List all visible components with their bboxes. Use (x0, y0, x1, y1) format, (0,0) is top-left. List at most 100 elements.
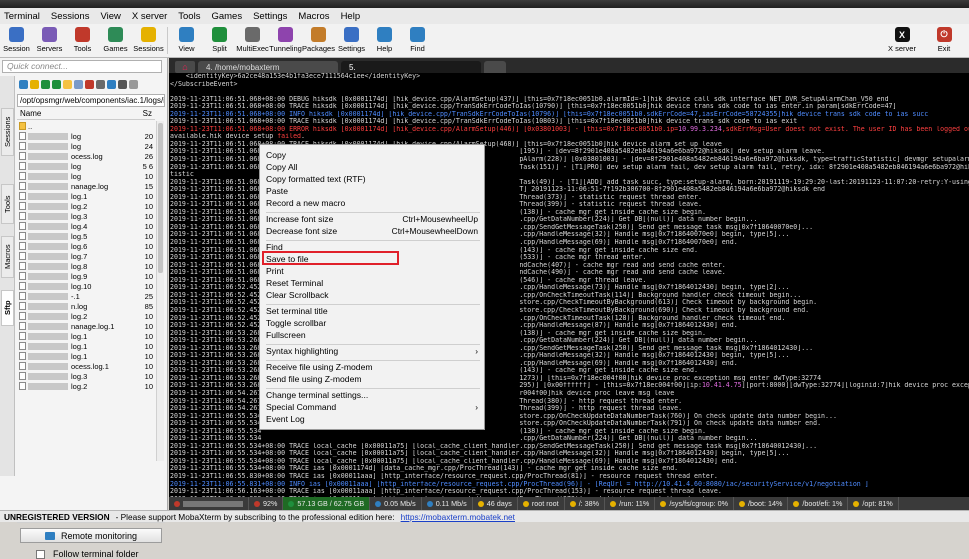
sidebar-tab-sessions[interactable]: Sessions (1, 108, 14, 156)
x-server-button[interactable]: X X server (881, 24, 923, 58)
file-row[interactable]: log.1 10 (17, 341, 155, 351)
menu-macros[interactable]: Macros (298, 11, 329, 22)
session-button[interactable]: Session (0, 24, 33, 57)
up-folder-icon[interactable] (19, 79, 28, 89)
menu-item-special-command[interactable]: Special Command › (266, 401, 480, 413)
sftp-path-field[interactable]: /opt/opsmgr/web/components/iac.1/logs/ia… (17, 94, 165, 107)
refresh-icon[interactable] (30, 79, 39, 89)
servers-button[interactable]: Servers (33, 24, 66, 57)
tools-button[interactable]: Tools (66, 24, 99, 57)
sidebar-toggle-icon[interactable] (118, 79, 127, 89)
sidebar-tab-macros[interactable]: Macros (1, 236, 14, 278)
games-button[interactable]: Games (99, 24, 132, 57)
menu-item-copy-all[interactable]: Copy All (266, 161, 480, 173)
scroll-thumb[interactable] (158, 123, 163, 273)
terminal-tab[interactable]: 5. (341, 61, 481, 73)
menu-item-copy-formatted-text-rtf[interactable]: Copy formatted text (RTF) (266, 173, 480, 185)
file-row[interactable]: log.4 10 (17, 221, 155, 231)
follow-terminal-checkbox[interactable] (36, 549, 45, 559)
find-button[interactable]: Find (401, 24, 434, 57)
new-folder-icon[interactable] (63, 79, 72, 89)
menu-item-copy[interactable]: Copy (266, 149, 480, 161)
file-row[interactable]: log 10 (17, 171, 155, 181)
menu-item-toggle-scrollbar[interactable]: Toggle scrollbar (266, 317, 480, 329)
file-row[interactable]: ocess.log 26 (17, 151, 155, 161)
file-row[interactable]: log 20 (17, 131, 155, 141)
file-row[interactable]: -.1 25 (17, 291, 155, 301)
multiexec-button[interactable]: MultiExec (236, 24, 269, 57)
menu-item-clear-scrollback[interactable]: Clear Scrollback (266, 289, 480, 301)
view-button[interactable]: View (170, 24, 203, 57)
menu-item-syntax-highlighting[interactable]: Syntax highlighting › (266, 345, 480, 357)
terminal-tab[interactable]: 4. /home/mobaxterm (198, 61, 338, 73)
file-row[interactable]: log.3 10 (17, 211, 155, 221)
file-row[interactable]: log.2 10 (17, 311, 155, 321)
quick-connect-input[interactable]: Quick connect... (2, 60, 162, 73)
menu-item-set-terminal-title[interactable]: Set terminal title (266, 305, 480, 317)
sessions-button[interactable]: Sessions (132, 24, 165, 57)
menu-item-reset-terminal[interactable]: Reset Terminal (266, 277, 480, 289)
help-button[interactable]: Help (368, 24, 401, 57)
menu-item-decrease-font-size[interactable]: Decrease font size Ctrl+MousewheelDown (266, 225, 480, 237)
split-button[interactable]: Split (203, 24, 236, 57)
menu-item-fullscreen[interactable]: Fullscreen (266, 329, 480, 341)
menu-item-receive-file-using-z-modem[interactable]: Receive file using Z-modem (266, 361, 480, 373)
exit-button[interactable]: ⏻ Exit (923, 24, 965, 58)
menu-terminal[interactable]: Terminal (4, 11, 40, 22)
menu-item-increase-font-size[interactable]: Increase font size Ctrl+MousewheelUp (266, 213, 480, 225)
file-row[interactable]: log 5 6 (17, 161, 155, 171)
file-row[interactable]: log.1 10 (17, 331, 155, 341)
sidebar-tab-sftp[interactable]: Sftp (1, 290, 14, 326)
mobatek-link[interactable]: https://mobaxterm.mobatek.net (401, 512, 515, 522)
menu-item-send-file-using-z-modem[interactable]: Send file using Z-modem (266, 373, 480, 385)
file-list-scrollbar[interactable] (156, 121, 164, 461)
menu-view[interactable]: View (100, 11, 120, 22)
file-row[interactable]: log 24 (17, 141, 155, 151)
file-row[interactable]: nanage.log 15 (17, 181, 155, 191)
file-row[interactable]: log.1 10 (17, 351, 155, 361)
pin-icon[interactable] (129, 79, 138, 89)
file-row[interactable]: log.2 10 (17, 381, 155, 391)
new-tab-button[interactable] (484, 61, 506, 73)
file-size: 10 (144, 361, 153, 371)
home-icon[interactable]: ⌂ (175, 61, 195, 73)
filter-icon[interactable] (107, 79, 116, 89)
follow-terminal-folder[interactable]: Follow terminal folder (36, 549, 139, 559)
menu-tools[interactable]: Tools (178, 11, 200, 22)
file-row[interactable]: log.9 10 (17, 271, 155, 281)
remote-monitoring-button[interactable]: Remote monitoring (20, 528, 162, 543)
file-row[interactable]: log.7 10 (17, 251, 155, 261)
menu-help[interactable]: Help (341, 11, 361, 22)
file-row[interactable]: ocess.log.1 10 (17, 361, 155, 371)
upload-icon[interactable] (52, 79, 61, 89)
file-row[interactable]: n.log 85 (17, 301, 155, 311)
file-row[interactable]: log.10 10 (17, 281, 155, 291)
menu-item-event-log[interactable]: Event Log (266, 413, 480, 425)
file-row[interactable]: log.6 10 (17, 241, 155, 251)
file-row[interactable]: log.5 10 (17, 231, 155, 241)
file-row[interactable]: nanage.log.1 10 (17, 321, 155, 331)
file-row[interactable]: log.3 10 (17, 371, 155, 381)
menu-item-print[interactable]: Print (266, 265, 480, 277)
packages-button[interactable]: Packages (302, 24, 335, 57)
menu-item-change-terminal-settings[interactable]: Change terminal settings... (266, 389, 480, 401)
name-column-header[interactable]: Name (20, 109, 41, 119)
settings-button[interactable]: Settings (335, 24, 368, 57)
delete-icon[interactable] (85, 79, 94, 89)
file-row[interactable]: .. (17, 121, 155, 131)
menu-x-server[interactable]: X server (132, 11, 167, 22)
download-icon[interactable] (41, 79, 50, 89)
file-row[interactable]: log.8 10 (17, 261, 155, 271)
tunneling-button[interactable]: Tunneling (269, 24, 302, 57)
file-row[interactable]: log.2 10 (17, 201, 155, 211)
sidebar-tab-tools[interactable]: Tools (1, 184, 14, 224)
new-file-icon[interactable] (74, 79, 83, 89)
menu-sessions[interactable]: Sessions (51, 11, 90, 22)
file-row[interactable]: log.1 10 (17, 191, 155, 201)
menu-item-paste[interactable]: Paste (266, 185, 480, 197)
properties-icon[interactable] (96, 79, 105, 89)
menu-item-record-a-new-macro[interactable]: Record a new macro (266, 197, 480, 209)
menu-settings[interactable]: Settings (253, 11, 287, 22)
size-column-header[interactable]: Sz (143, 109, 152, 119)
menu-games[interactable]: Games (211, 11, 242, 22)
